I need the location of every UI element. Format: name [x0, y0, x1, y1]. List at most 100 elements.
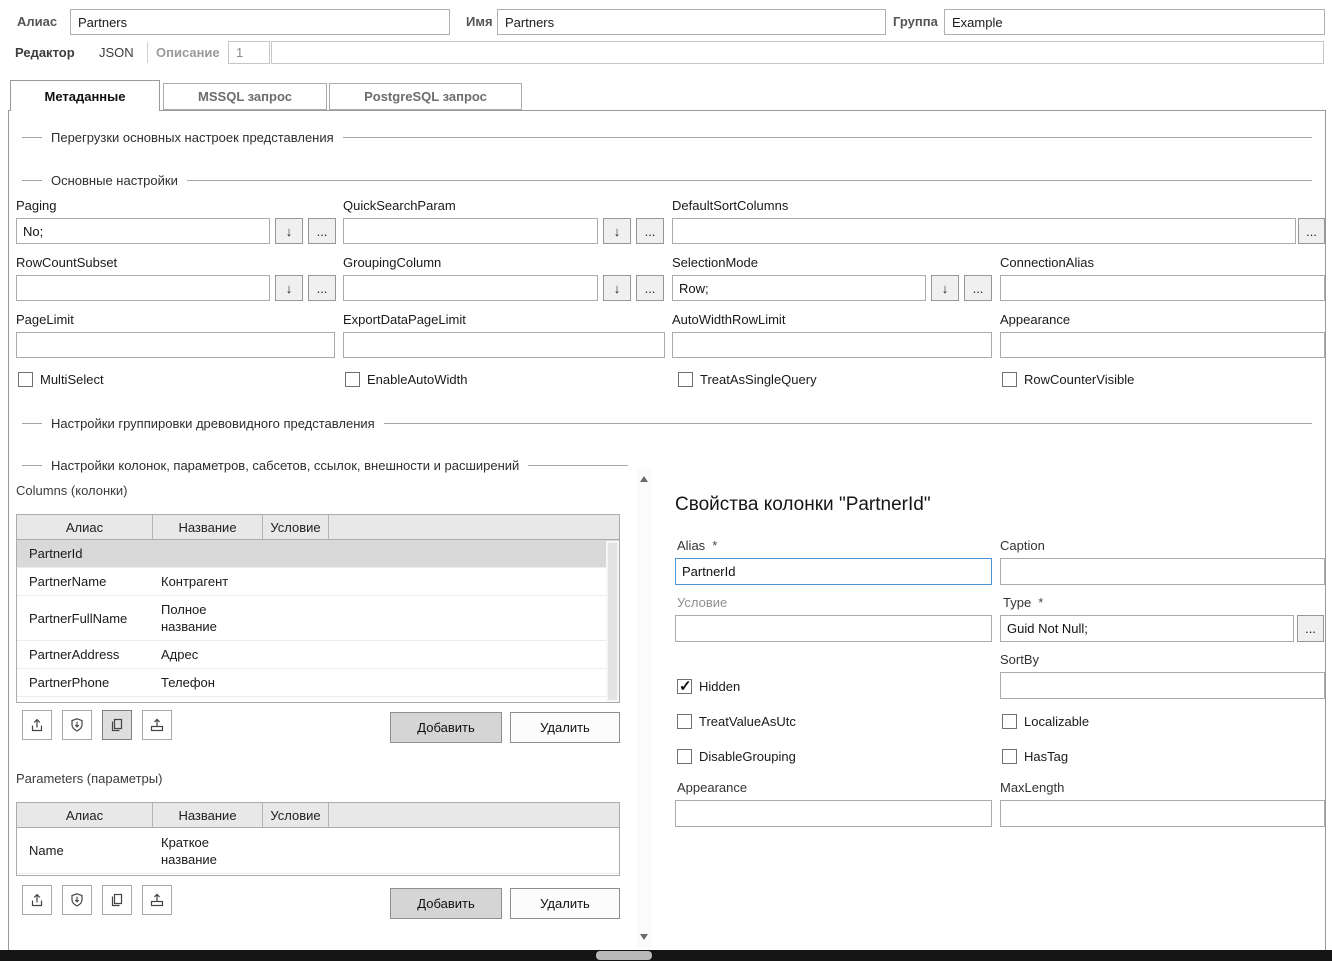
hastag-checkbox[interactable]: HasTag	[1002, 749, 1068, 764]
down-arrow-icon: ↓	[942, 281, 949, 296]
tab-mssql-query[interactable]: MSSQL запрос	[163, 83, 327, 110]
quick-search-param-input[interactable]	[343, 218, 598, 244]
checkbox-box	[678, 372, 693, 387]
table-row[interactable]: PartnerFullName Полное название	[17, 596, 619, 641]
table-row[interactable]: PartnerPhone Телефон	[17, 669, 619, 697]
tab-metadata[interactable]: Метаданные	[10, 80, 160, 111]
paging-input[interactable]	[16, 218, 270, 244]
page-limit-input[interactable]	[16, 332, 335, 358]
prop-condition-input[interactable]	[675, 615, 992, 642]
export-data-page-limit-input[interactable]	[343, 332, 665, 358]
param-header-caption[interactable]: Название	[153, 803, 263, 827]
treat-value-as-utc-checkbox[interactable]: TreatValueAsUtc	[677, 714, 796, 729]
prop-type-ellipsis-button[interactable]: ...	[1297, 615, 1324, 642]
grouping-column-dropdown-button[interactable]: ↓	[603, 275, 631, 301]
scroll-up-icon[interactable]	[640, 476, 648, 482]
editor-type-value[interactable]: JSON	[99, 45, 134, 60]
paging-ellipsis-button[interactable]: ...	[308, 218, 336, 244]
section-main-settings: Основные настройки	[22, 173, 1312, 188]
table-row[interactable]: PartnerName Контрагент	[17, 568, 619, 596]
shield-arrow-down-icon	[69, 892, 85, 908]
alias-input[interactable]	[70, 9, 450, 35]
columns-export-button[interactable]	[142, 710, 172, 740]
localizable-checkbox-label: Localizable	[1024, 714, 1089, 729]
ellipsis-icon: ...	[317, 224, 328, 239]
parameters-export-button[interactable]	[142, 885, 172, 915]
parameters-delete-button[interactable]: Удалить	[510, 888, 620, 919]
columns-add-button[interactable]: Добавить	[390, 712, 502, 743]
param-header-alias[interactable]: Алиас	[17, 803, 153, 827]
cell-caption	[153, 549, 263, 559]
tab-postgresql-query[interactable]: PostgreSQL запрос	[329, 83, 522, 110]
appearance-input[interactable]	[1000, 332, 1325, 358]
ellipsis-icon: ...	[645, 281, 656, 296]
table-row[interactable]: PartnerAddress Адрес	[17, 641, 619, 669]
grouping-column-ellipsis-button[interactable]: ...	[636, 275, 664, 301]
prop-maxlength-input[interactable]	[1000, 800, 1325, 827]
editor-label: Редактор	[15, 45, 75, 60]
checkbox-box	[677, 749, 692, 764]
quick-search-param-dropdown-button[interactable]: ↓	[603, 218, 631, 244]
enable-auto-width-checkbox-label: EnableAutoWidth	[367, 372, 467, 387]
localizable-checkbox[interactable]: Localizable	[1002, 714, 1089, 729]
connection-alias-input[interactable]	[1000, 275, 1325, 301]
disable-grouping-checkbox[interactable]: DisableGrouping	[677, 749, 796, 764]
parameters-import-button[interactable]	[22, 885, 52, 915]
hidden-checkbox[interactable]: Hidden	[677, 679, 740, 694]
prop-type-input[interactable]	[1000, 615, 1294, 642]
selection-mode-ellipsis-button[interactable]: ...	[964, 275, 992, 301]
columns-table: Алиас Название Условие PartnerId Partner…	[16, 514, 620, 703]
columns-table-scrollbar[interactable]	[606, 541, 619, 702]
parameters-validate-button[interactable]	[62, 885, 92, 915]
selection-mode-input[interactable]	[672, 275, 926, 301]
default-sort-columns-input[interactable]	[672, 218, 1296, 244]
quick-search-param-ellipsis-button[interactable]: ...	[636, 218, 664, 244]
columns-validate-button[interactable]	[62, 710, 92, 740]
prop-alias-label: Alias*	[677, 538, 717, 553]
group-label: Группа	[893, 14, 938, 29]
prop-appearance-input[interactable]	[675, 800, 992, 827]
table-row[interactable]: PartnerId	[17, 540, 619, 568]
auto-width-row-limit-input[interactable]	[672, 332, 992, 358]
treat-as-single-query-checkbox[interactable]: TreatAsSingleQuery	[678, 372, 817, 387]
group-input[interactable]	[944, 9, 1325, 35]
description-input[interactable]	[271, 41, 1324, 64]
column-header-condition[interactable]: Условие	[263, 515, 329, 539]
required-marker: *	[712, 538, 717, 553]
prop-appearance-label: Appearance	[677, 780, 747, 795]
prop-sortby-input[interactable]	[1000, 672, 1325, 699]
multiselect-checkbox[interactable]: MultiSelect	[18, 372, 104, 387]
properties-scrollbar[interactable]	[637, 468, 652, 948]
prop-caption-input[interactable]	[1000, 558, 1325, 585]
horizontal-scrollbar-thumb[interactable]	[596, 951, 652, 960]
scroll-down-icon[interactable]	[640, 934, 648, 940]
column-header-alias[interactable]: Алиас	[17, 515, 153, 539]
cell-caption: Контрагент	[153, 568, 263, 595]
table-row[interactable]: Name Краткое название	[17, 828, 619, 874]
default-sort-columns-ellipsis-button[interactable]: ...	[1298, 218, 1325, 244]
columns-import-button[interactable]	[22, 710, 52, 740]
description-number-input[interactable]	[228, 41, 270, 64]
section-tree-grouping-title: Настройки группировки древовидного предс…	[51, 416, 375, 431]
row-counter-visible-checkbox[interactable]: RowCounterVisible	[1002, 372, 1134, 387]
columns-delete-button[interactable]: Удалить	[510, 712, 620, 743]
cell-alias: PartnerId	[17, 540, 153, 567]
down-arrow-icon: ↓	[286, 224, 293, 239]
selection-mode-dropdown-button[interactable]: ↓	[931, 275, 959, 301]
columns-copy-button[interactable]	[102, 710, 132, 740]
row-count-subset-input[interactable]	[16, 275, 270, 301]
enable-auto-width-checkbox[interactable]: EnableAutoWidth	[345, 372, 467, 387]
column-header-caption[interactable]: Название	[153, 515, 263, 539]
box-arrow-up-icon	[29, 892, 45, 908]
paging-dropdown-button[interactable]: ↓	[275, 218, 303, 244]
grouping-column-input[interactable]	[343, 275, 598, 301]
param-header-condition[interactable]: Условие	[263, 803, 329, 827]
row-count-subset-ellipsis-button[interactable]: ...	[308, 275, 336, 301]
row-count-subset-dropdown-button[interactable]: ↓	[275, 275, 303, 301]
tray-arrow-up-icon	[149, 892, 165, 908]
multiselect-checkbox-label: MultiSelect	[40, 372, 104, 387]
parameters-copy-button[interactable]	[102, 885, 132, 915]
prop-alias-input[interactable]	[675, 558, 992, 585]
parameters-add-button[interactable]: Добавить	[390, 888, 502, 919]
name-input[interactable]	[497, 9, 886, 35]
